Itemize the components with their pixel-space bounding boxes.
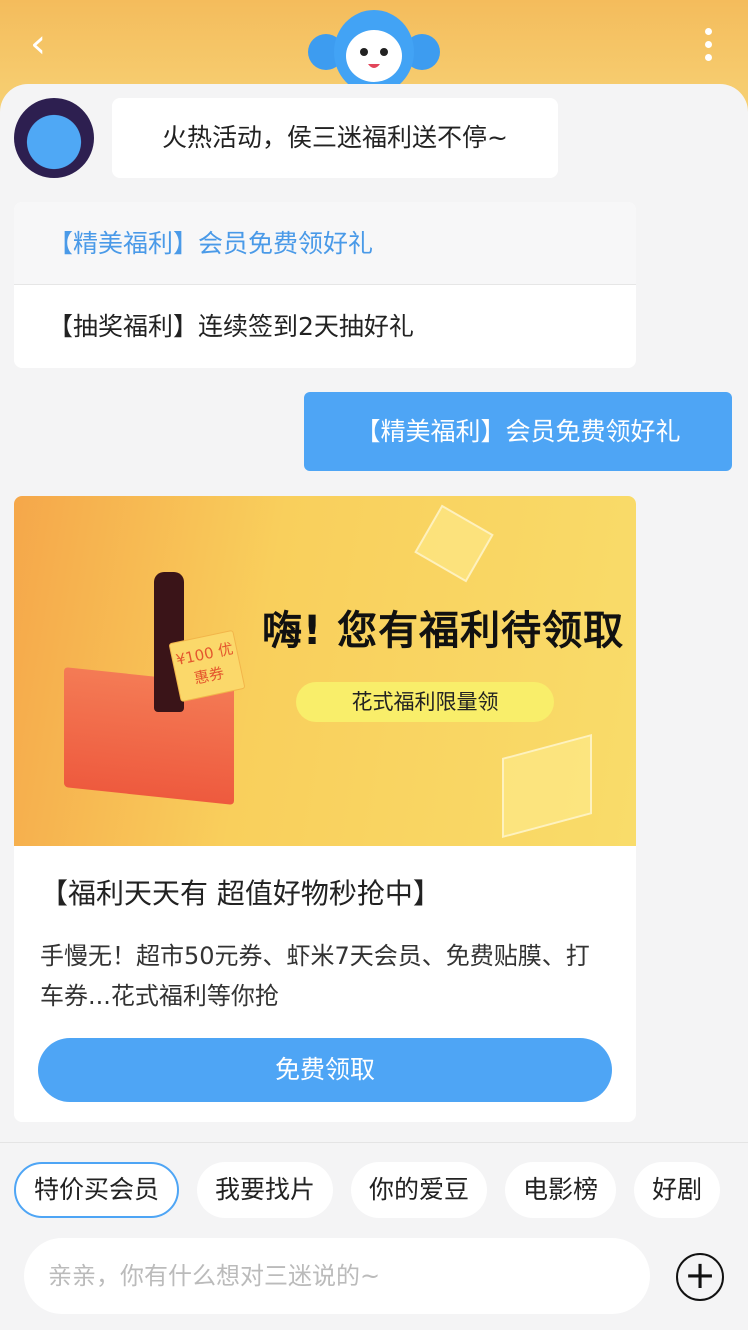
message-input[interactable]: 亲亲，你有什么想对三迷说的~ (24, 1238, 650, 1314)
chip-your-idol[interactable]: 你的爱豆 (351, 1162, 488, 1218)
chevron-left-icon[interactable]: ‹ (30, 22, 70, 66)
decor-cube (414, 504, 494, 583)
chip-good-series[interactable]: 好剧 (634, 1162, 721, 1218)
suggestion-chips: 特价买会员 我要找片 你的爱豆 电影榜 好剧 (14, 1162, 748, 1218)
mascot-icon (308, 10, 440, 86)
bot-avatar (14, 98, 94, 178)
chip-movie-chart[interactable]: 电影榜 (505, 1162, 617, 1218)
decor-cube (502, 733, 592, 839)
divider (0, 1142, 748, 1143)
chip-find-movie[interactable]: 我要找片 (197, 1162, 334, 1218)
bot-greeting-bubble: 火热活动，侯三迷福利送不停~ (112, 98, 558, 178)
user-message-bubble: 【精美福利】会员免费领好礼 (304, 392, 732, 471)
chip-discount-membership[interactable]: 特价买会员 (14, 1162, 180, 1218)
menu-item-gift[interactable]: 【精美福利】会员免费领好礼 (14, 202, 636, 285)
more-vertical-icon[interactable] (698, 28, 718, 64)
banner-subline: 花式福利限量领 (296, 682, 554, 722)
plus-circle-icon[interactable]: + (676, 1253, 724, 1301)
claim-button[interactable]: 免费领取 (38, 1038, 612, 1102)
card-title: 【福利天天有 超值好物秒抢中】 (40, 877, 441, 910)
banner-headline: 嗨! 您有福利待领取 (262, 608, 625, 654)
quick-menu-card: 【精美福利】会员免费领好礼 【抽奖福利】连续签到2天抽好礼 (14, 202, 636, 368)
promo-card: ¥100 优惠券 嗨! 您有福利待领取 花式福利限量领 【福利天天有 超值好物秒… (14, 496, 636, 1122)
menu-item-lottery[interactable]: 【抽奖福利】连续签到2天抽好礼 (14, 285, 636, 368)
promo-banner[interactable]: ¥100 优惠券 嗨! 您有福利待领取 花式福利限量领 (14, 496, 636, 846)
card-description: 手慢无！超市50元券、虾米7天会员、免费贴膜、打车券...花式福利等你抢 (40, 942, 590, 1010)
